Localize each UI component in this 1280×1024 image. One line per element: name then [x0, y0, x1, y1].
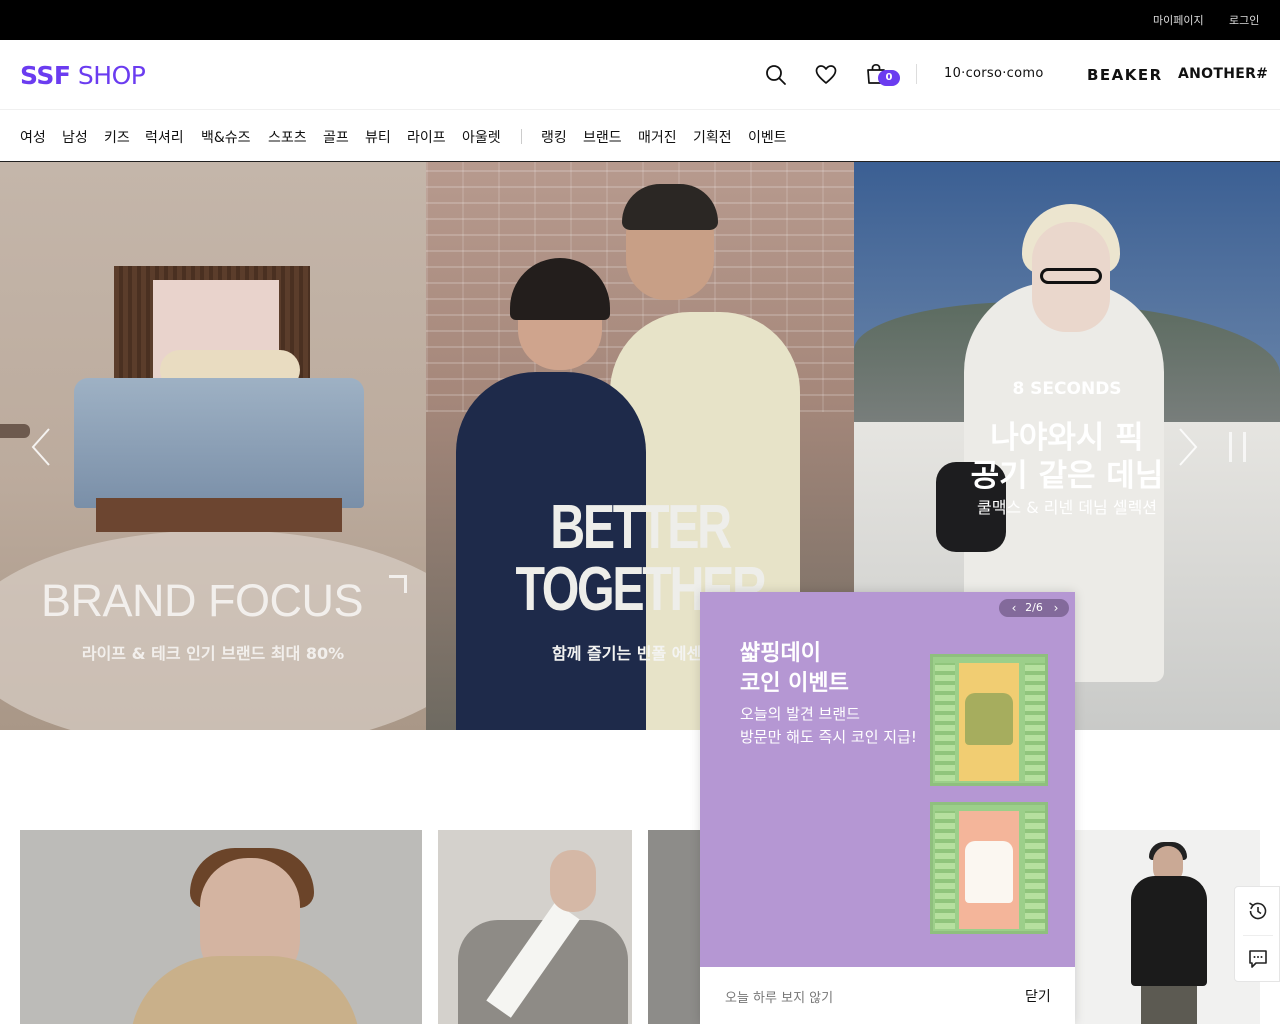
- product-model-pants: [1141, 986, 1197, 1024]
- history-icon[interactable]: [1246, 899, 1270, 923]
- slide-title-line2: 공기 같은 데님: [970, 458, 1164, 494]
- login-link[interactable]: 로그인: [1229, 12, 1259, 28]
- ssf-shop-logo[interactable]: SSF SHOP: [20, 61, 146, 90]
- rug-image: [0, 530, 426, 730]
- mypage-link[interactable]: 마이페이지: [1153, 12, 1204, 28]
- popup-footer: 오늘 하루 보지 않기 닫기: [700, 967, 1075, 1024]
- brand-link-10-corso-como[interactable]: 10·corso·como: [944, 66, 1044, 81]
- product-model-jacket: [130, 956, 360, 1024]
- category-nav: 여성 남성 키즈 럭셔리 백&슈즈 스포츠 골프 뷰티 라이프 아울렛 랭킹 브…: [0, 110, 1280, 162]
- chat-icon[interactable]: [1246, 947, 1270, 971]
- product-card[interactable]: [648, 830, 708, 1024]
- product-model-face: [550, 850, 596, 912]
- popup-title-line1: 쌻핑데이: [740, 641, 821, 666]
- window-illustration-bottom[interactable]: [930, 802, 1048, 934]
- nav-women[interactable]: 여성: [20, 127, 46, 147]
- window-illustration-top[interactable]: [930, 654, 1048, 786]
- nav-outlet[interactable]: 아울렛: [462, 127, 501, 147]
- popup-next-icon[interactable]: ›: [1049, 599, 1063, 617]
- nav-life[interactable]: 라이프: [407, 127, 446, 147]
- cart-count-badge: 0: [878, 70, 900, 86]
- dont-show-today-button[interactable]: 오늘 하루 보지 않기: [725, 987, 833, 1006]
- slide-subtitle: 쿨맥스 & 리넨 데님 셀렉션: [976, 498, 1158, 517]
- popup-title-line2: 코인 이벤트: [740, 671, 849, 696]
- nav-ranking[interactable]: 랭킹: [541, 127, 567, 147]
- slide-subtitle: 함께 즐기는 빈폴 에센: [552, 644, 702, 663]
- nav-sports[interactable]: 스포츠: [268, 127, 307, 147]
- popup-desc-line1: 오늘의 발견 브랜드: [740, 705, 860, 723]
- nav-brand[interactable]: 브랜드: [583, 127, 622, 147]
- logo-bold-text: SSF: [20, 61, 71, 90]
- nav-divider: [521, 129, 522, 144]
- popup-prev-icon[interactable]: ‹: [1007, 599, 1021, 617]
- popup-desc-line2: 방문만 해도 즉시 코인 지급!: [740, 728, 917, 746]
- slide-brand: 8 SECONDS: [1012, 379, 1122, 399]
- header-divider: [916, 64, 917, 84]
- slide-title-line1: BETTER: [550, 493, 732, 562]
- logo-light-text: SHOP: [70, 61, 146, 90]
- brand-link-beaker[interactable]: BEAKER: [1087, 66, 1163, 84]
- product-card[interactable]: [1075, 830, 1260, 1024]
- popup-pager-text: 2/6: [1025, 601, 1043, 614]
- carousel-next-arrow-icon[interactable]: [1176, 427, 1200, 467]
- side-table-image: [0, 424, 30, 438]
- bed-blanket-image: [74, 378, 364, 508]
- nav-exhibition[interactable]: 기획전: [693, 127, 732, 147]
- nav-magazine[interactable]: 매거진: [638, 127, 677, 147]
- carousel-prev-arrow-icon[interactable]: [29, 427, 53, 467]
- brand-link-another[interactable]: ANOTHER#: [1178, 66, 1268, 82]
- carousel-pause-icon[interactable]: [1226, 432, 1250, 462]
- model-glasses: [1040, 268, 1102, 284]
- popup-pager: ‹ 2/6 ›: [999, 599, 1069, 617]
- product-model-jacket: [1131, 876, 1207, 986]
- search-icon[interactable]: [764, 63, 788, 87]
- nav-men[interactable]: 남성: [62, 127, 88, 147]
- product-card[interactable]: [438, 830, 632, 1024]
- product-card[interactable]: [20, 830, 422, 1024]
- hero-carousel: BRAND FOCUS 라이프 & 테크 인기 브랜드 최대 80% BETTE…: [0, 162, 1280, 730]
- top-utility-bar: 마이페이지 로그인: [0, 0, 1280, 40]
- nav-kids[interactable]: 키즈: [104, 127, 130, 147]
- slide-title: BRAND FOCUS: [41, 575, 364, 626]
- promo-popup: ‹ 2/6 › 쌻핑데이 코인 이벤트 오늘의 발견 브랜드 방문만 해도 즉시…: [700, 592, 1075, 1024]
- white-shirt-image: [965, 841, 1013, 903]
- green-blouse-image: [965, 693, 1013, 745]
- nav-event[interactable]: 이벤트: [748, 127, 787, 147]
- nav-beauty[interactable]: 뷰티: [365, 127, 391, 147]
- nav-luxury[interactable]: 럭셔리: [145, 127, 184, 147]
- hero-slide-brand-focus[interactable]: BRAND FOCUS 라이프 & 테크 인기 브랜드 최대 80%: [0, 162, 426, 730]
- wishlist-heart-icon[interactable]: [814, 63, 838, 87]
- bed-base-image: [96, 498, 342, 532]
- nav-golf[interactable]: 골프: [323, 127, 349, 147]
- floating-tools-divider: [1243, 935, 1273, 936]
- corner-mark-icon: [389, 575, 407, 593]
- nav-bags-shoes[interactable]: 백&슈즈: [201, 127, 251, 147]
- floating-tools: [1234, 886, 1280, 982]
- popup-close-button[interactable]: 닫기: [1025, 986, 1051, 1006]
- slide-subtitle: 라이프 & 테크 인기 브랜드 최대 80%: [81, 644, 345, 663]
